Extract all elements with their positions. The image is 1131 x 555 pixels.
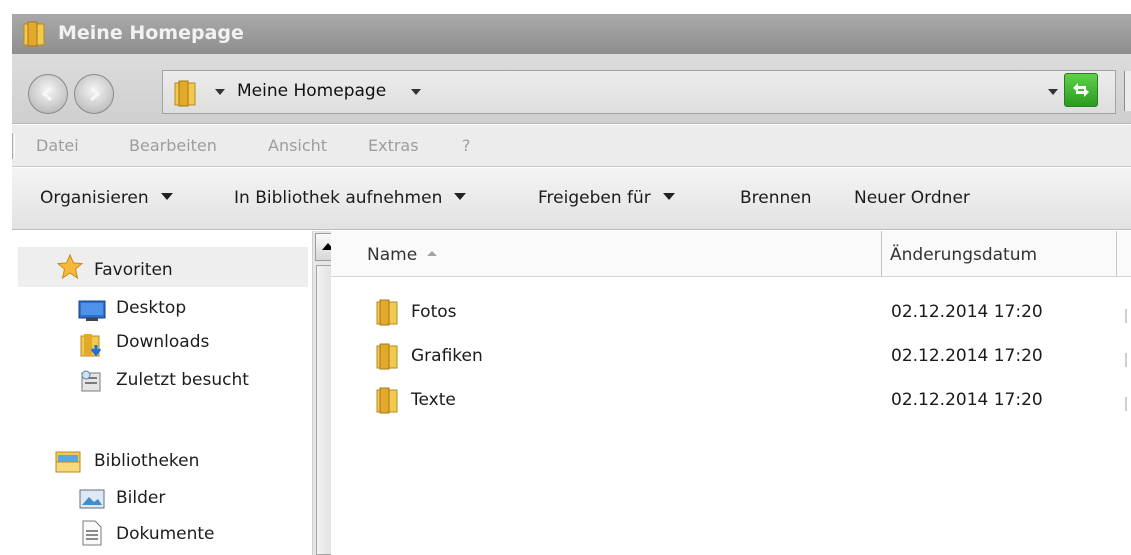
sort-ascending-icon bbox=[427, 251, 438, 256]
folder-icon bbox=[376, 387, 398, 414]
menu-ansicht[interactable]: Ansicht bbox=[268, 136, 327, 155]
file-name: Grafiken bbox=[411, 346, 483, 366]
chevron-down-icon bbox=[454, 193, 467, 200]
menu-bar: Datei Bearbeiten Ansicht Extras ? bbox=[12, 125, 1131, 167]
menu-grip bbox=[12, 133, 15, 159]
include-in-library-button[interactable]: In Bibliothek aufnehmen bbox=[234, 188, 467, 208]
new-folder-button[interactable]: Neuer Ordner bbox=[854, 188, 970, 208]
file-date: 02.12.2014 17:20 bbox=[891, 390, 1043, 410]
file-row-grafiken[interactable]: Grafiken 02.12.2014 17:20 bbox=[331, 335, 1131, 379]
column-name-label: Name bbox=[367, 245, 418, 265]
address-history-dropdown-icon[interactable] bbox=[1048, 89, 1058, 95]
window-title-bar[interactable]: Meine Homepage bbox=[12, 14, 1131, 54]
nav-item-downloads[interactable]: Downloads bbox=[116, 332, 209, 352]
chevron-down-icon bbox=[160, 193, 173, 200]
libraries-icon bbox=[55, 451, 81, 473]
column-header-row: Name Änderungsdatum bbox=[331, 231, 1131, 277]
row-edge bbox=[1125, 309, 1127, 323]
recent-places-icon bbox=[81, 370, 101, 392]
back-button[interactable] bbox=[28, 74, 68, 114]
navigation-pane: Favoriten Desktop Downloads Zuletzt besu… bbox=[12, 231, 342, 555]
window-title: Meine Homepage bbox=[58, 22, 244, 44]
file-date: 02.12.2014 17:20 bbox=[891, 302, 1043, 322]
file-date: 02.12.2014 17:20 bbox=[891, 346, 1043, 366]
menu-help[interactable]: ? bbox=[462, 136, 471, 155]
command-bar: Organisieren In Bibliothek aufnehmen Fre… bbox=[12, 168, 1131, 230]
refresh-icon bbox=[1073, 83, 1089, 97]
folder-icon bbox=[376, 343, 398, 370]
column-divider[interactable] bbox=[1116, 231, 1117, 277]
nav-item-pictures[interactable]: Bilder bbox=[116, 488, 165, 508]
folder-icon bbox=[23, 21, 45, 47]
desktop-icon bbox=[78, 300, 106, 321]
address-bar[interactable]: Meine Homepage bbox=[162, 70, 1116, 114]
breadcrumb-chevron-icon[interactable] bbox=[215, 89, 225, 95]
file-row-texte[interactable]: Texte 02.12.2014 17:20 bbox=[331, 379, 1131, 423]
burn-button[interactable]: Brennen bbox=[740, 188, 812, 208]
nav-item-documents[interactable]: Dokumente bbox=[116, 524, 215, 544]
menu-extras[interactable]: Extras bbox=[368, 136, 419, 155]
share-with-label: Freigeben für bbox=[538, 188, 651, 208]
folder-icon bbox=[376, 299, 398, 326]
address-row: Meine Homepage bbox=[12, 54, 1131, 124]
organize-label: Organisieren bbox=[40, 188, 149, 208]
downloads-icon bbox=[80, 334, 102, 357]
file-name: Fotos bbox=[411, 302, 457, 322]
column-divider[interactable] bbox=[881, 231, 882, 277]
breadcrumb-current[interactable]: Meine Homepage bbox=[237, 81, 386, 101]
search-box-edge[interactable] bbox=[1124, 71, 1131, 111]
refresh-button[interactable] bbox=[1064, 73, 1098, 107]
column-date-modified-header[interactable]: Änderungsdatum bbox=[890, 245, 1037, 265]
forward-button[interactable] bbox=[74, 74, 114, 114]
nav-item-recent-places[interactable]: Zuletzt besucht bbox=[116, 370, 249, 390]
menu-datei[interactable]: Datei bbox=[36, 136, 79, 155]
organize-button[interactable]: Organisieren bbox=[40, 188, 173, 208]
row-edge bbox=[1125, 397, 1127, 411]
star-icon bbox=[56, 253, 84, 280]
back-arrow-icon bbox=[41, 86, 52, 102]
documents-icon bbox=[82, 520, 102, 546]
breadcrumb-chevron-icon[interactable] bbox=[411, 89, 421, 95]
menu-bearbeiten[interactable]: Bearbeiten bbox=[129, 136, 217, 155]
folder-icon bbox=[174, 80, 196, 107]
include-in-library-label: In Bibliothek aufnehmen bbox=[234, 188, 443, 208]
file-name: Texte bbox=[411, 390, 456, 410]
favorites-label[interactable]: Favoriten bbox=[94, 260, 173, 280]
chevron-down-icon bbox=[662, 193, 675, 200]
forward-arrow-icon bbox=[90, 86, 101, 102]
libraries-label[interactable]: Bibliotheken bbox=[94, 451, 199, 471]
share-with-button[interactable]: Freigeben für bbox=[538, 188, 675, 208]
column-name-header[interactable]: Name bbox=[367, 245, 438, 265]
nav-item-desktop[interactable]: Desktop bbox=[116, 298, 186, 318]
file-row-fotos[interactable]: Fotos 02.12.2014 17:20 bbox=[331, 291, 1131, 335]
row-edge bbox=[1125, 353, 1127, 367]
file-list: Name Änderungsdatum Fotos 02.12.2014 17:… bbox=[331, 231, 1131, 555]
pictures-icon bbox=[79, 489, 105, 509]
